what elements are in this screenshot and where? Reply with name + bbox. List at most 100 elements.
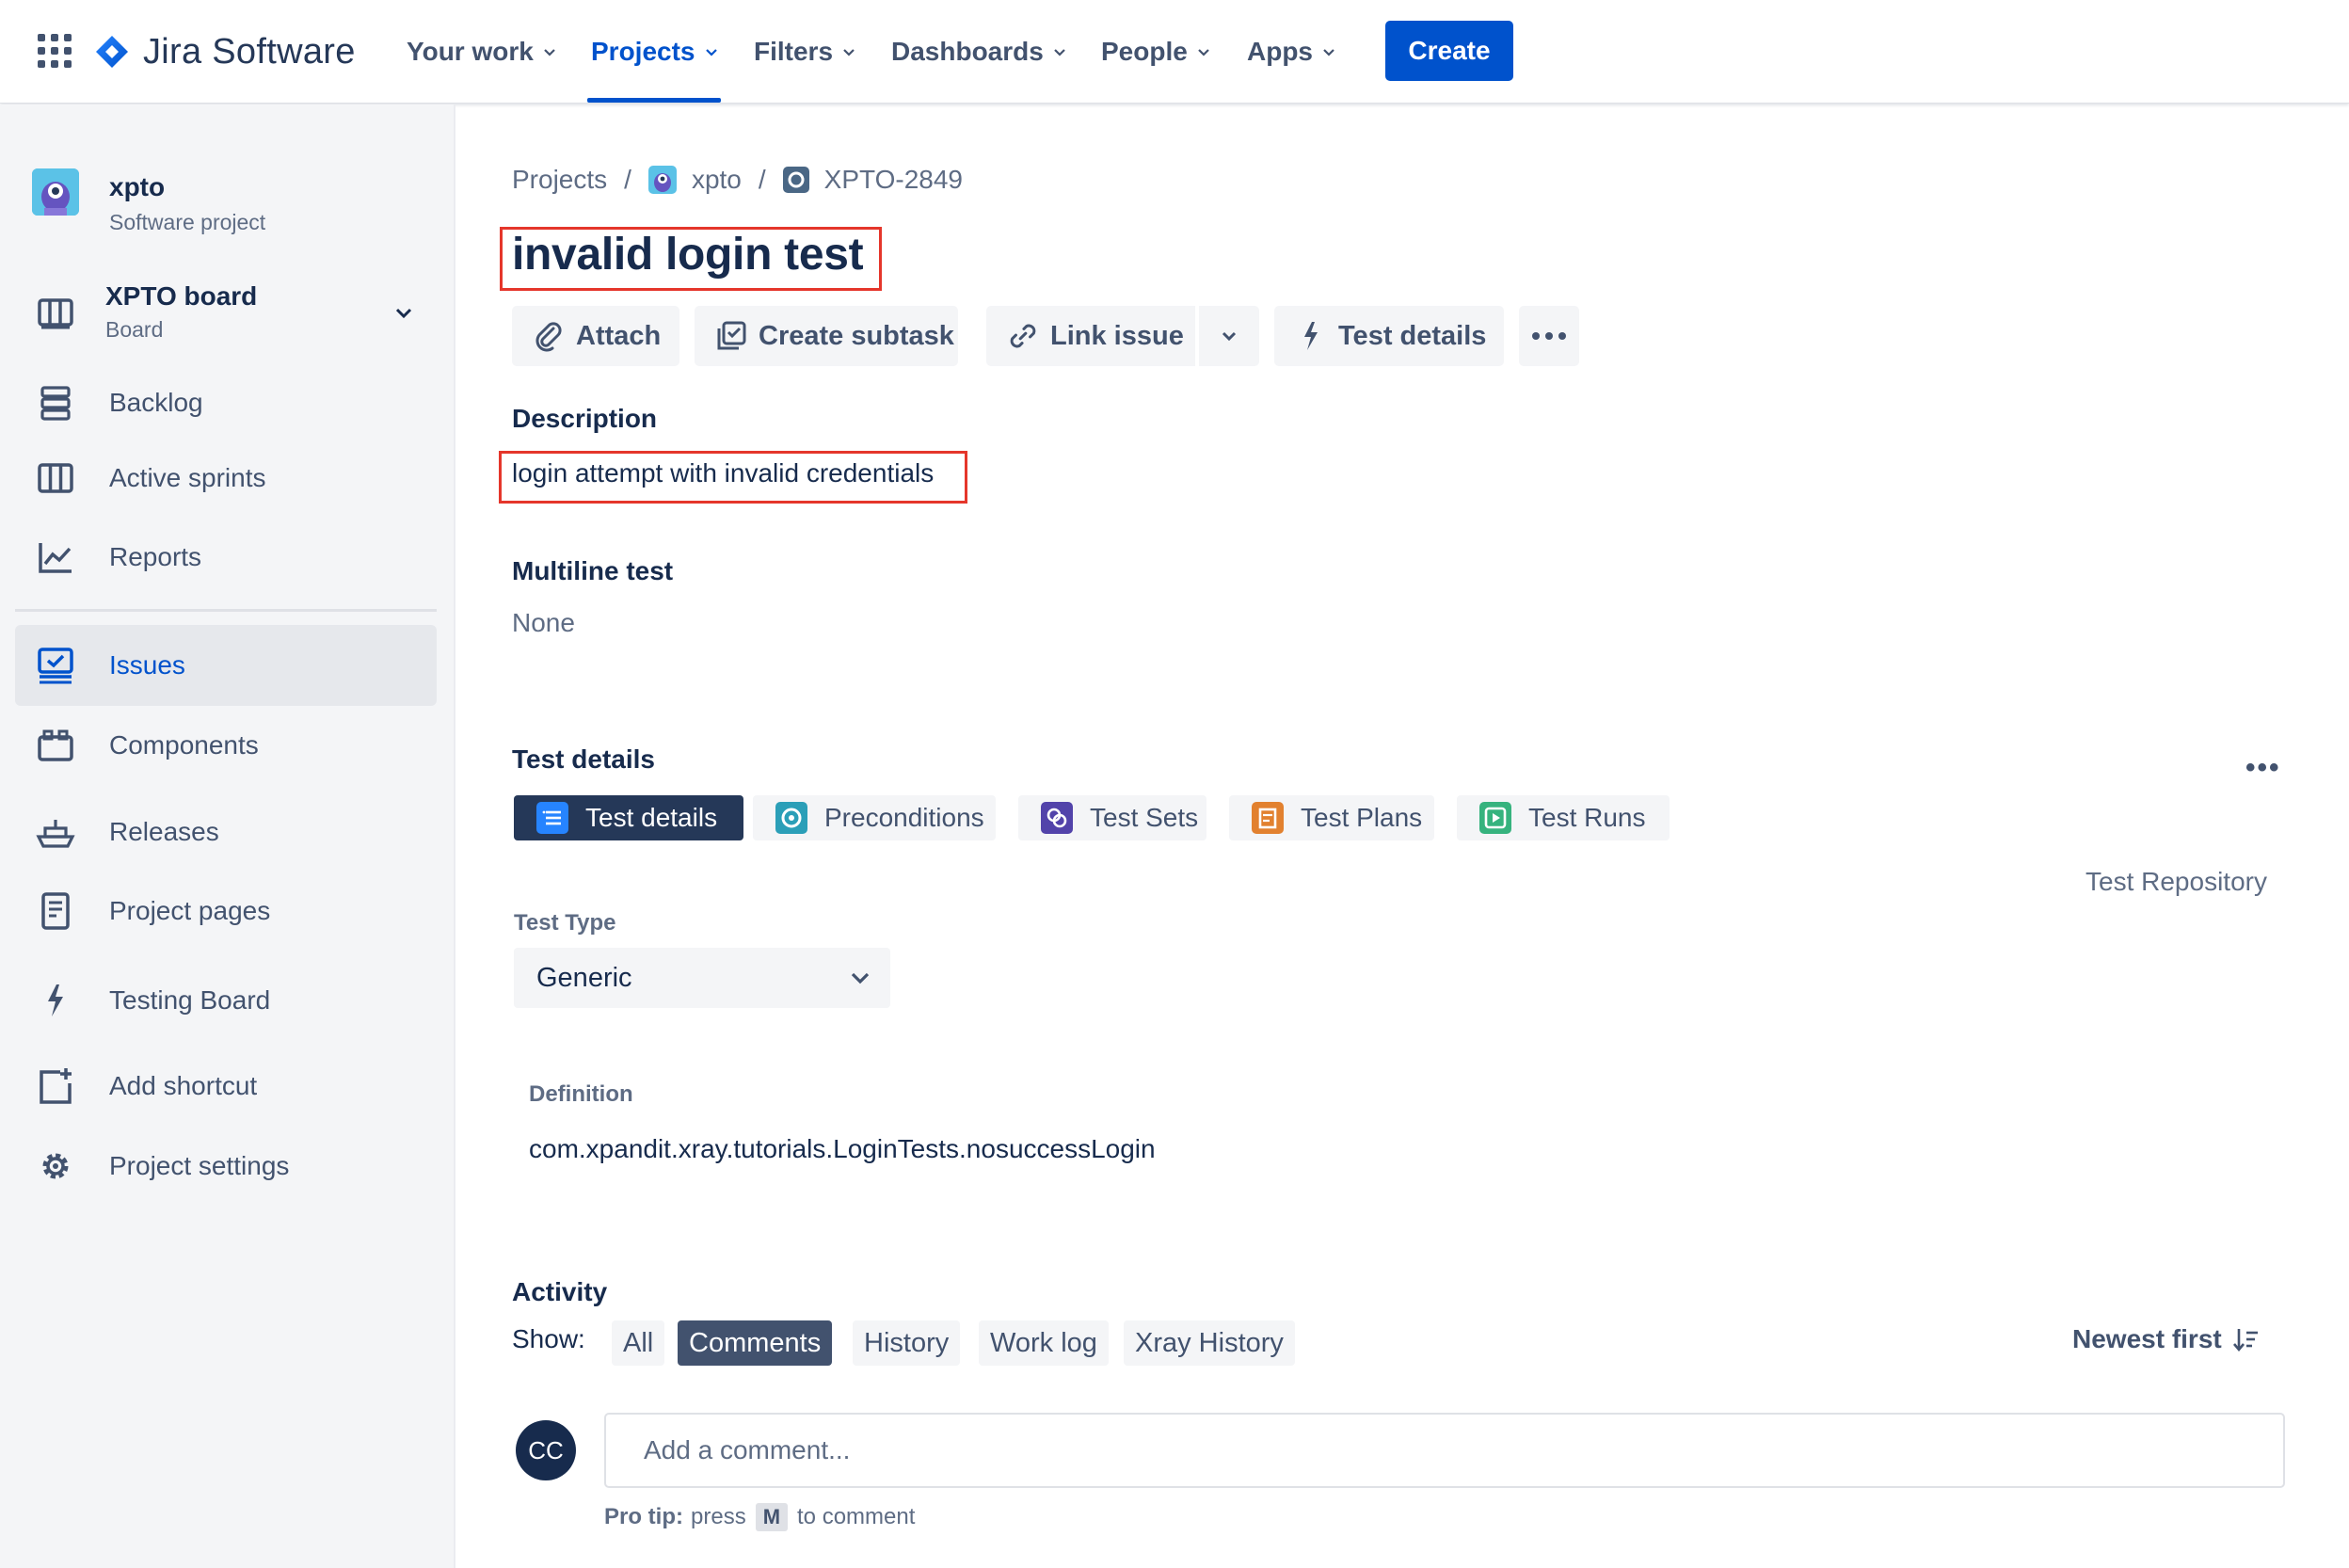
sort-label: Newest first (2072, 1324, 2222, 1353)
chevron-down-icon (851, 972, 870, 984)
breadcrumb-issue-key[interactable]: XPTO-2849 (824, 165, 963, 195)
more-dots-icon (1532, 332, 1566, 340)
xray-bolt-icon (36, 981, 75, 1020)
tab-test-runs[interactable]: Test Runs (1457, 795, 1670, 840)
nav-projects-label: Projects (591, 37, 695, 66)
create-button[interactable]: Create (1385, 21, 1513, 81)
show-label: Show: (512, 1324, 585, 1353)
project-avatar-icon (647, 166, 677, 194)
sidebar-item-testing-board[interactable]: Testing Board (15, 960, 437, 1041)
test-runs-tab-icon (1479, 802, 1511, 834)
tab-test-details[interactable]: Test details (514, 795, 743, 840)
attach-button[interactable]: Attach (512, 306, 679, 366)
sidebar-item-project-settings[interactable]: Project settings (15, 1126, 437, 1207)
multiline-value[interactable]: None (512, 608, 575, 638)
project-type: Software project (109, 210, 266, 234)
chevron-down-icon (1054, 49, 1065, 56)
app-switcher-icon[interactable] (38, 34, 72, 68)
sidebar-item-reports[interactable]: Reports (15, 517, 437, 598)
board-name: XPTO board (105, 281, 258, 311)
reports-chart-icon (36, 537, 75, 577)
nav-apps[interactable]: Apps (1247, 28, 1337, 75)
test-details-heading: Test details (512, 744, 655, 774)
comment-placeholder: Add a comment... (644, 1435, 851, 1464)
tab-test-plans[interactable]: Test Plans (1229, 795, 1434, 840)
board-sub: Board (105, 317, 164, 342)
tab-label: Test Sets (1090, 803, 1199, 832)
project-sidebar: xpto Software project XPTO board Board B… (0, 104, 455, 1568)
sidebar-item-releases[interactable]: Releases (15, 792, 437, 872)
sidebar-item-label: Issues (109, 650, 185, 680)
jira-logo[interactable]: Jira Software (94, 28, 356, 75)
jira-diamond-icon (96, 36, 128, 68)
sidebar-item-components[interactable]: Components (15, 705, 437, 786)
sidebar-item-label: Add shortcut (109, 1071, 258, 1100)
add-shortcut-icon (36, 1066, 75, 1106)
sidebar-item-issues[interactable]: Issues (15, 625, 437, 706)
filter-all[interactable]: All (612, 1320, 665, 1366)
test-sets-tab-icon (1041, 802, 1073, 834)
sidebar-item-add-shortcut[interactable]: Add shortcut (15, 1046, 437, 1127)
test-repository-link[interactable]: Test Repository (2085, 867, 2267, 897)
issue-view: Projects / xpto / XPTO-2849 invalid logi… (457, 104, 2349, 1568)
activity-heading: Activity (512, 1277, 608, 1306)
sidebar-item-active-sprints[interactable]: Active sprints (15, 438, 437, 519)
sort-order-button[interactable]: Newest first (2072, 1324, 2260, 1354)
filter-work-log[interactable]: Work log (979, 1320, 1109, 1366)
breadcrumb-projects[interactable]: Projects (512, 165, 607, 195)
pro-tip-label: Pro tip: (604, 1504, 683, 1529)
create-subtask-button[interactable]: Create subtask (695, 306, 958, 366)
test-details-button[interactable]: Test details (1274, 306, 1504, 366)
nav-people[interactable]: People (1101, 28, 1212, 75)
breadcrumb-separator: / (758, 165, 766, 194)
issues-icon (36, 646, 75, 685)
comment-input[interactable]: Add a comment... (604, 1413, 2285, 1488)
test-details-label: Test details (1338, 320, 1487, 351)
filter-xray-history[interactable]: Xray History (1124, 1320, 1295, 1366)
sidebar-item-project-pages[interactable]: Project pages (15, 871, 437, 952)
nav-your-work-label: Your work (407, 37, 534, 66)
definition-label: Definition (529, 1081, 633, 1107)
test-details-tab-icon (536, 802, 568, 834)
issue-title[interactable]: invalid login test (512, 229, 864, 280)
description-text[interactable]: login attempt with invalid credentials (512, 458, 934, 488)
tab-preconditions[interactable]: Preconditions (753, 795, 996, 840)
filter-history[interactable]: History (853, 1320, 961, 1366)
avatar: CC (516, 1420, 576, 1480)
filter-comments[interactable]: Comments (678, 1320, 833, 1366)
sort-descending-icon (2232, 1329, 2258, 1352)
nav-apps-label: Apps (1247, 37, 1313, 66)
test-details-more-button[interactable]: ••• (2245, 752, 2281, 784)
nav-your-work[interactable]: Your work (407, 28, 558, 75)
more-actions-button[interactable] (1519, 306, 1579, 366)
definition-value[interactable]: com.xpandit.xray.tutorials.LoginTests.no… (529, 1134, 1156, 1164)
breadcrumb-project[interactable]: xpto (692, 165, 742, 195)
components-icon (36, 726, 75, 765)
sidebar-item-label: Backlog (109, 388, 203, 417)
attach-label: Attach (576, 320, 662, 351)
backlog-icon (36, 383, 75, 423)
link-issue-button[interactable]: Link issue (986, 306, 1195, 366)
chevron-down-icon (1323, 49, 1334, 56)
nav-dashboards[interactable]: Dashboards (891, 28, 1068, 75)
board-selector[interactable]: XPTO board Board (15, 272, 437, 353)
chevron-down-icon (1222, 331, 1237, 342)
ship-icon (36, 812, 75, 852)
tab-test-sets[interactable]: Test Sets (1018, 795, 1206, 840)
nav-filters-label: Filters (754, 37, 834, 66)
nav-dashboards-label: Dashboards (891, 37, 1044, 66)
pro-tip: Pro tip: press M to comment (604, 1503, 915, 1531)
link-issue-dropdown-button[interactable] (1199, 306, 1259, 366)
test-type-select[interactable]: Generic (514, 948, 890, 1008)
sidebar-item-backlog[interactable]: Backlog (15, 362, 437, 443)
project-header[interactable]: xpto Software project (32, 168, 265, 234)
nav-projects[interactable]: Projects (591, 28, 720, 75)
active-nav-indicator (587, 98, 721, 103)
sidebar-item-label: Testing Board (109, 985, 271, 1015)
preconditions-tab-icon (775, 802, 807, 834)
chevron-down-icon (395, 308, 412, 319)
chevron-down-icon (544, 49, 555, 56)
sidebar-item-label: Reports (109, 542, 202, 571)
create-subtask-label: Create subtask (759, 320, 954, 351)
nav-filters[interactable]: Filters (754, 28, 857, 75)
